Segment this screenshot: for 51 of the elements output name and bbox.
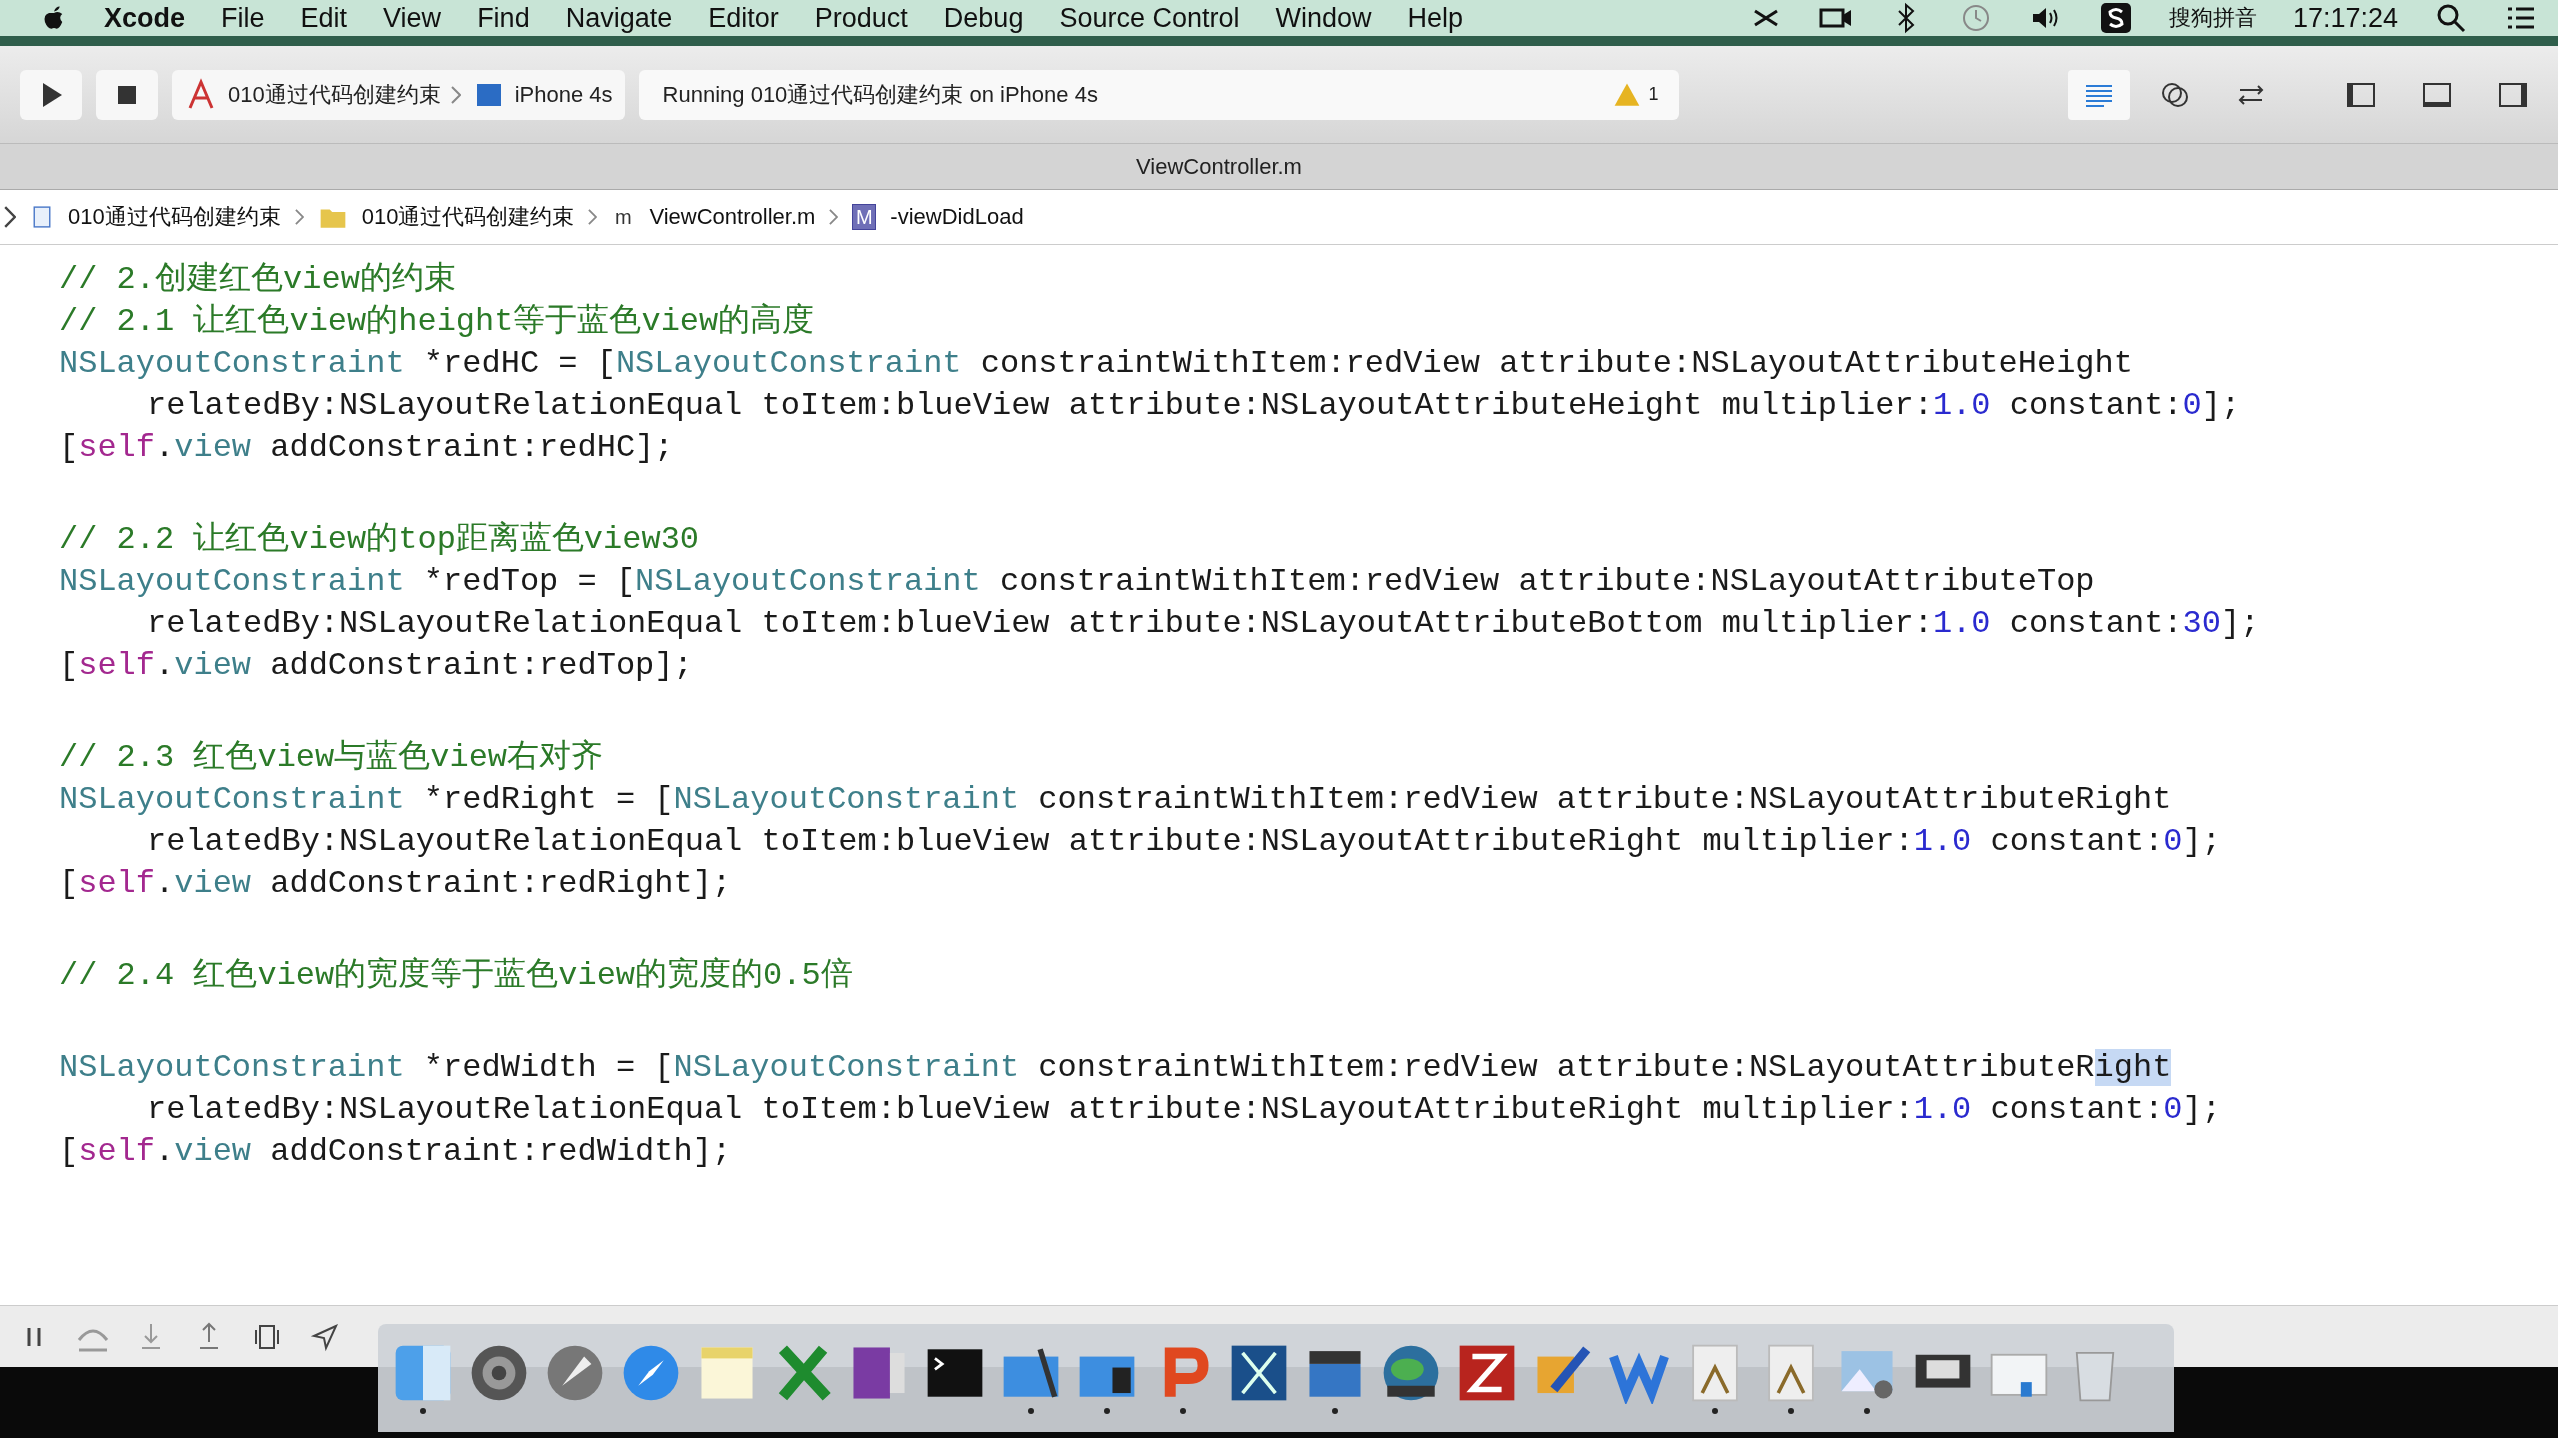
input-method-label[interactable]: 搜狗拼音: [2168, 3, 2257, 33]
code-comment: // 2.1 让红色view的height等于蓝色view的高度: [59, 302, 816, 342]
warning-count: 1: [1648, 84, 1659, 105]
code-line: [self.view addConstraint:redTop];: [59, 646, 694, 686]
stop-button[interactable]: [96, 69, 158, 120]
run-button[interactable]: [20, 69, 82, 120]
menu-item[interactable]: Window: [1275, 2, 1372, 34]
code-comment: // 2.创建红色view的约束: [59, 260, 457, 300]
code-line: NSLayoutConstraint *redRight = [NSLayoutConstraint constraintWithItem:redView attribute:NSLayoutAttributeRight: [59, 780, 2173, 820]
menu-item[interactable]: Editor: [708, 2, 779, 34]
code-line: NSLayoutConstraint *redHC = [NSLayoutConstraint constraintWithItem:redView attribute:NSLayoutAttributeHeight: [59, 344, 2134, 384]
input-method-icon: [2098, 1, 2133, 35]
status-text: Running 010通过代码创建约束 on iPhone 4s: [662, 80, 1098, 109]
chevron-icon: [588, 209, 598, 225]
menu-item[interactable]: Find: [477, 2, 530, 34]
menu-clock: 17:17:24: [2292, 2, 2398, 34]
menu-item[interactable]: View: [383, 2, 442, 34]
menu-item[interactable]: Edit: [300, 2, 348, 34]
menu-item[interactable]: Navigate: [565, 2, 673, 34]
breadcrumb-item[interactable]: 010通过代码创建约束: [68, 202, 281, 232]
code-line: [self.view addConstraint:redHC];: [59, 428, 675, 468]
menu-item[interactable]: Source Control: [1059, 2, 1240, 34]
menu-item[interactable]: Product: [814, 2, 908, 34]
code-line: NSLayoutConstraint *redTop = [NSLayoutConstraint constraintWithItem:redView attribute:NSLayoutAttributeTop: [59, 562, 2096, 602]
code-line: [self.view addConstraint:redWidth];: [59, 1132, 733, 1172]
code-line: [self.view addConstraint:redRight];: [59, 864, 733, 904]
code-line: relatedBy:NSLayoutRelationEqual toItem:blueView attribute:NSLayoutAttributeRight multiplier:1.0 constant:0];: [146, 822, 2222, 862]
device-name: iPhone 4s: [514, 81, 613, 108]
breadcrumb-item[interactable]: 010通过代码创建约束: [361, 202, 575, 232]
breadcrumb-item[interactable]: -viewDidLoad: [890, 204, 1024, 230]
code-comment: // 2.4 红色view的宽度等于蓝色view的宽度的0.5倍: [59, 956, 854, 996]
breadcrumb-item[interactable]: ViewController.m: [649, 204, 816, 230]
menu-item[interactable]: Debug: [943, 2, 1024, 34]
scheme-name: 010通过代码创建约束: [228, 80, 441, 109]
code-comment: // 2.3 红色view与蓝色view右对齐: [59, 738, 605, 778]
chevron-icon: [450, 85, 461, 104]
scheme-selector[interactable]: 010通过代码创建约束 iPhone 4s: [172, 69, 625, 120]
menu-item[interactable]: Help: [1407, 2, 1464, 34]
chevron-icon: [294, 209, 304, 225]
tab-title: ViewController.m: [1136, 153, 1302, 180]
code-line: relatedBy:NSLayoutRelationEqual toItem:blueView attribute:NSLayoutAttributeRight multiplier:1.0 constant:0];: [146, 1090, 2222, 1130]
code-comment: // 2.2 让红色view的top距离蓝色view30: [59, 520, 701, 560]
code-line: NSLayoutConstraint *redWidth = [NSLayoutConstraint constraintWithItem:redView attribute:NSLayoutAttributeRight: [59, 1048, 2173, 1088]
menu-item[interactable]: File: [221, 2, 265, 34]
code-line: relatedBy:NSLayoutRelationEqual toItem:blueView attribute:NSLayoutAttributeHeight multiplier:1.0 constant:0];: [146, 386, 2242, 426]
code-line: relatedBy:NSLayoutRelationEqual toItem:blueView attribute:NSLayoutAttributeBottom multiplier:1.0 constant:30];: [146, 604, 2261, 644]
chevron-icon: [829, 209, 839, 225]
chevron-icon: [4, 206, 16, 228]
file-badge-icon: M: [852, 204, 877, 230]
app-menu[interactable]: Xcode: [104, 2, 186, 34]
file-badge-icon: m: [611, 204, 636, 230]
